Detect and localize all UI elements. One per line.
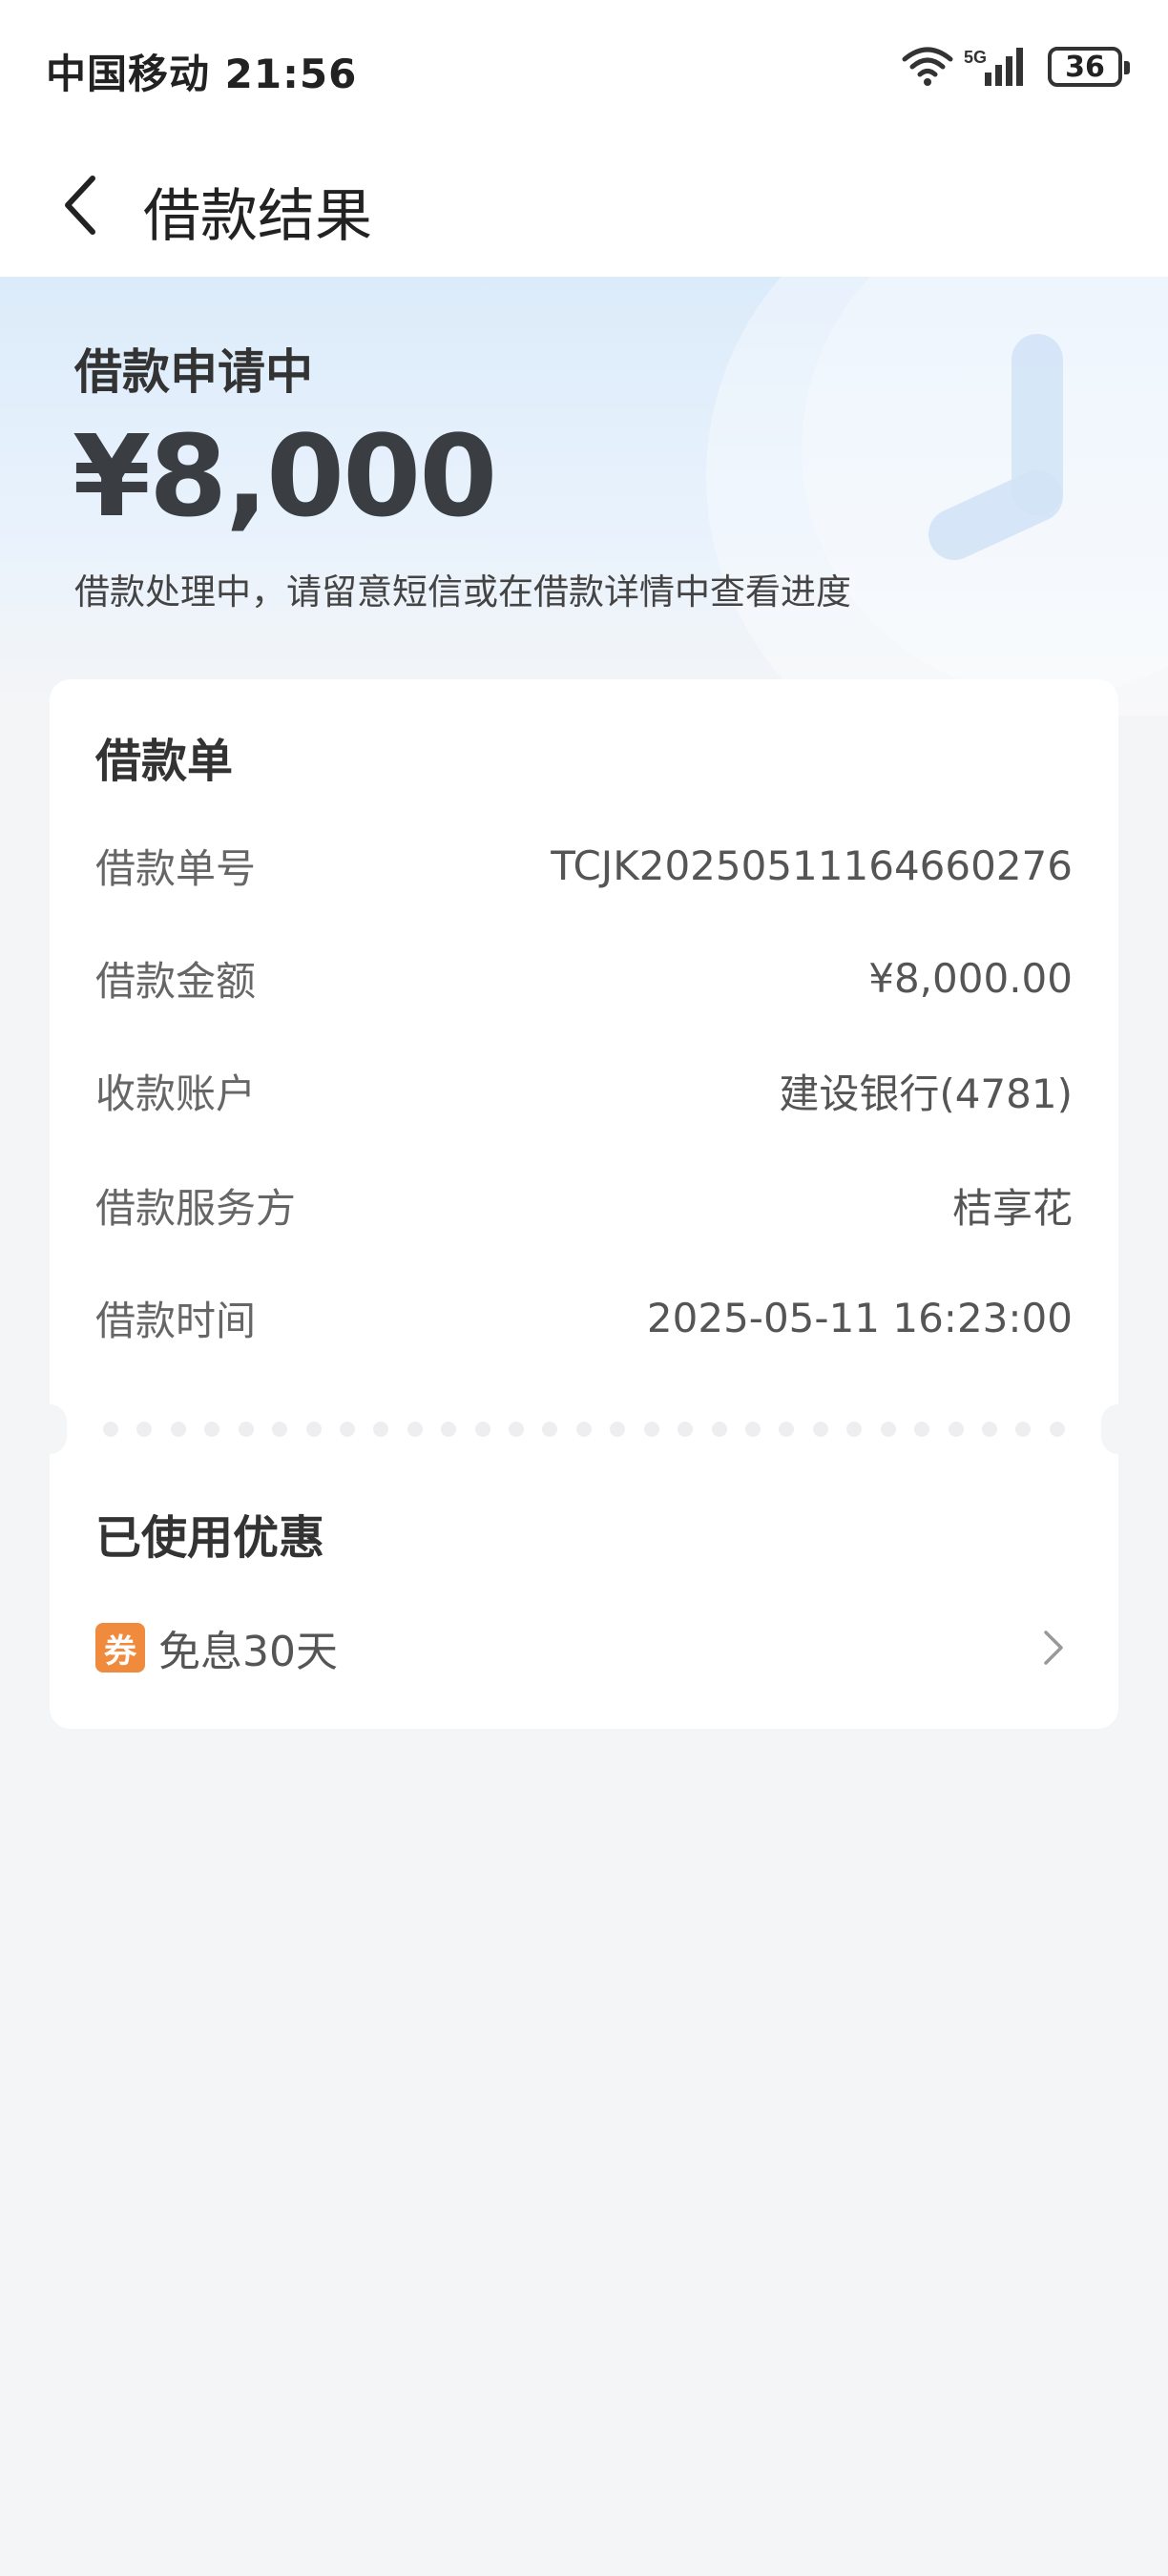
order-row-time: 借款时间 2025-05-11 16:23:00 (95, 1284, 1073, 1351)
battery-icon: 36 (1048, 47, 1130, 87)
loan-status-hero: 借款申请中 ¥8,000 借款处理中，请留意短信或在借款详情中查看进度 (0, 277, 1168, 716)
order-row-provider: 借款服务方 桔享花 (95, 1172, 1073, 1238)
row-label: 收款账户 (95, 1070, 257, 1117)
row-label: 借款服务方 (95, 1184, 297, 1232)
order-row-number: 借款单号 TCJK20250511164660276 (95, 832, 1073, 899)
ticket-divider (32, 1404, 1136, 1454)
divider-notch-left (32, 1404, 67, 1454)
row-value: 桔享花 (951, 1184, 1073, 1232)
signal-icon: 5G (964, 44, 1031, 90)
divider-notch-right (1101, 1404, 1136, 1454)
promotion-section-title: 已使用优惠 (95, 1511, 325, 1565)
wifi-icon (901, 46, 954, 88)
page-title: 借款结果 (143, 183, 372, 250)
loan-amount: ¥8,000 (73, 410, 497, 542)
row-label: 借款单号 (95, 844, 257, 892)
order-row-amount: 借款金额 ¥8,000.00 (95, 945, 1073, 1011)
back-button[interactable] (38, 162, 124, 248)
row-label: 借款时间 (95, 1297, 257, 1344)
coupon-row[interactable]: 券 免息30天 (95, 1614, 1073, 1681)
row-label: 借款金额 (95, 957, 257, 1005)
row-value: TCJK20250511164660276 (551, 841, 1073, 889)
status-note: 借款处理中，请留意短信或在借款详情中查看进度 (74, 571, 851, 613)
row-value: 建设银行(4781) (779, 1070, 1073, 1117)
loan-result-screen: 中国移动 21:56 5G 36 借款结果 借款申请中 ¥8,000 借款处理中… (0, 0, 1168, 2576)
status-bar: 中国移动 21:56 5G 36 (0, 0, 1168, 134)
nav-bar: 借款结果 (0, 134, 1168, 277)
carrier-time: 中国移动 21:56 (46, 51, 358, 97)
order-section-title: 借款单 (95, 735, 234, 788)
row-value: ¥8,000.00 (868, 954, 1073, 1002)
dotted-line (103, 1422, 1065, 1437)
battery-level: 36 (1065, 50, 1105, 84)
status-icons: 5G 36 (901, 38, 1130, 95)
order-row-account: 收款账户 建设银行(4781) (95, 1057, 1073, 1124)
chevron-right-icon (1034, 1629, 1073, 1667)
network-label: 5G (964, 48, 987, 67)
loan-order-card: 借款单 借款单号 TCJK20250511164660276 借款金额 ¥8,0… (32, 679, 1136, 1729)
row-value: 2025-05-11 16:23:00 (646, 1294, 1073, 1341)
loan-status-text: 借款申请中 (74, 344, 313, 400)
coupon-text: 免息30天 (158, 1628, 338, 1676)
chevron-left-icon (65, 176, 95, 235)
coupon-badge: 券 (95, 1623, 145, 1672)
